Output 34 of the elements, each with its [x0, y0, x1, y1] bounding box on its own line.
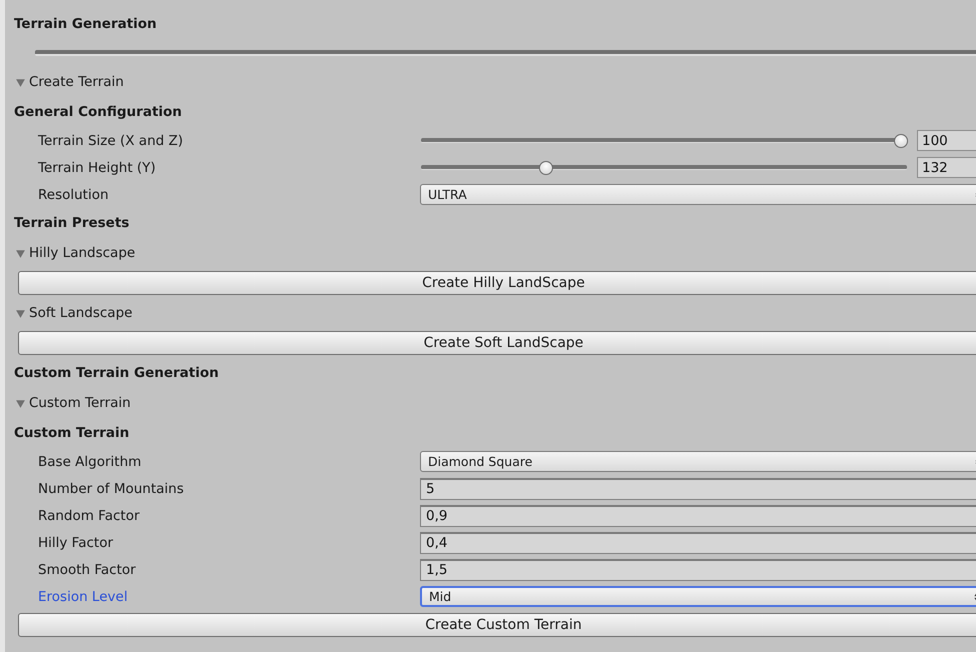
section-heading: Custom Terrain Generation	[14, 365, 219, 381]
foldout-toggle[interactable]: Create Terrain	[14, 67, 976, 97]
dropdown[interactable]: Mid	[420, 586, 976, 607]
slider-thumb[interactable]	[538, 160, 552, 174]
property-label: Terrain Height (Y)	[37, 160, 157, 176]
dropdown[interactable]: Diamond Square	[420, 451, 976, 472]
property-label: Resolution	[37, 186, 110, 202]
action-button[interactable]: Create Custom Terrain	[18, 613, 976, 637]
input-field[interactable]: 0,4	[420, 532, 976, 554]
input-field[interactable]: 1,5	[420, 558, 976, 580]
property-label: Smooth Factor	[37, 562, 137, 578]
property-label: Random Factor	[37, 508, 141, 524]
section-heading: Custom Terrain	[14, 425, 130, 441]
dropdown[interactable]: ULTRA	[420, 184, 976, 205]
foldout-toggle[interactable]: Hilly Landscape	[14, 238, 976, 268]
section-heading: Terrain Generation	[14, 16, 157, 32]
number-field[interactable]: 100	[917, 130, 976, 151]
property-label: Hilly Factor	[37, 534, 114, 550]
slider[interactable]	[420, 132, 908, 148]
property-label: Erosion Level	[37, 588, 129, 604]
input-field[interactable]: 0,9	[420, 504, 976, 526]
input-field[interactable]: 5	[420, 478, 976, 500]
foldout-toggle[interactable]: Custom Terrain	[14, 388, 976, 418]
section-heading: General Configuration	[14, 104, 182, 120]
action-button[interactable]: Create Soft LandScape	[18, 331, 976, 355]
slider-thumb[interactable]	[894, 134, 908, 148]
action-button[interactable]: Create Hilly LandScape	[18, 271, 976, 295]
property-label: Terrain Size (X and Z)	[37, 132, 184, 148]
section-heading: Terrain Presets	[14, 215, 130, 231]
property-label: Number of Mountains	[37, 480, 185, 496]
foldout-toggle[interactable]: Soft Landscape	[14, 298, 976, 328]
property-label: Base Algorithm	[37, 454, 142, 470]
slider[interactable]	[420, 160, 908, 176]
number-field[interactable]: 132	[917, 157, 976, 178]
